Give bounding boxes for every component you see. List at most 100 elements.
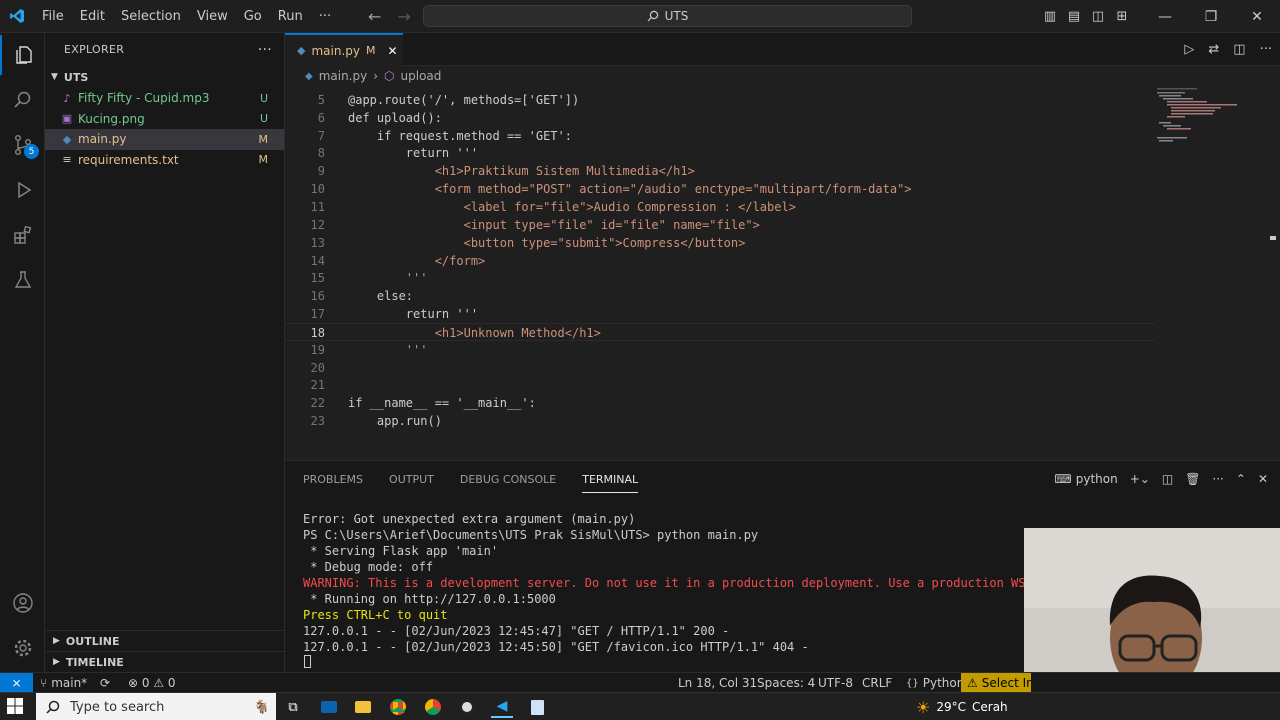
split-editor-icon[interactable]: ◫	[1233, 42, 1245, 57]
problems-count: ⊗ 0 ⚠ 0	[128, 676, 176, 690]
line-number: 15	[310, 271, 325, 286]
panel-tab[interactable]: PROBLEMS	[303, 473, 363, 486]
language-mode[interactable]: {} Python	[906, 673, 964, 693]
run-python-file-icon[interactable]: ▷	[1184, 42, 1194, 57]
taskbar-search[interactable]: Type to search 🐐	[36, 693, 276, 720]
minimize-button[interactable]: —	[1142, 9, 1188, 25]
cursor-position[interactable]: Ln 18, Col 31	[678, 673, 757, 693]
notepad-icon[interactable]	[526, 696, 548, 718]
breadcrumb-symbol[interactable]: upload	[401, 69, 442, 83]
line-number: 7	[317, 128, 325, 143]
go-forward-arrow-icon[interactable]: →	[397, 7, 410, 26]
more-actions-icon[interactable]: ···	[1212, 472, 1223, 486]
vscode-taskbar-icon[interactable]: ◀	[491, 696, 513, 718]
panel-tab[interactable]: OUTPUT	[389, 473, 434, 486]
menu-item[interactable]: Go	[236, 0, 270, 33]
compare-changes-icon[interactable]: ⇄	[1208, 42, 1219, 57]
source-control-badge: 5	[24, 144, 39, 159]
tab-main-py[interactable]: ◆ main.py M ✕	[285, 33, 403, 66]
restore-button[interactable]: ❐	[1188, 9, 1234, 25]
testing-flask-icon[interactable]	[0, 260, 45, 300]
code-text: <label for="file">Audio Compression : </…	[348, 199, 796, 214]
close-window-button[interactable]: ✕	[1234, 9, 1280, 25]
minimap[interactable]	[1155, 86, 1265, 460]
kill-terminal-icon[interactable]: 🗑	[1185, 472, 1200, 486]
menu-item[interactable]: ···	[311, 0, 339, 33]
panel-tabs: PROBLEMS OUTPUT DEBUG CONSOLE TERMINAL	[303, 461, 639, 497]
encoding-label: UTF-8	[818, 676, 853, 690]
close-tab-icon[interactable]: ✕	[387, 44, 397, 58]
accounts-icon[interactable]	[0, 583, 45, 623]
code-text: if __name__ == '__main__':	[348, 396, 536, 411]
file-tree-item[interactable]: ◆ main.py M	[45, 129, 284, 150]
mail-app-icon[interactable]	[318, 696, 340, 718]
git-status: U	[259, 91, 268, 105]
file-tree-item[interactable]: ▣ Kucing.png U	[45, 109, 284, 130]
menu-item[interactable]: Run	[270, 0, 311, 33]
encoding[interactable]: UTF-8	[818, 673, 853, 693]
chrome-profile-icon[interactable]	[422, 696, 444, 718]
more-actions-icon[interactable]: ···	[1260, 42, 1272, 57]
remote-window-icon[interactable]: ⨯	[0, 673, 33, 693]
toggle-primary-sidebar-icon[interactable]: ▥	[1038, 9, 1062, 24]
split-terminal-icon[interactable]: ◫	[1162, 472, 1173, 486]
timeline-label: TIMELINE	[65, 655, 124, 669]
explorer-icon[interactable]	[0, 35, 45, 75]
maximize-panel-icon[interactable]: ⌃	[1236, 472, 1246, 486]
close-panel-icon[interactable]: ✕	[1258, 472, 1268, 486]
obs-icon[interactable]	[456, 696, 478, 718]
terminal-output[interactable]: Error: Got unexpected extra argument (ma…	[303, 511, 1090, 655]
windows-start-icon[interactable]	[6, 697, 28, 717]
timeline-section[interactable]: ▶ TIMELINE	[45, 651, 285, 672]
file-tree-item[interactable]: ≡ requirements.txt M	[45, 150, 284, 171]
command-center-search[interactable]: UTS	[423, 5, 912, 27]
code-line: 18 <h1>Unknown Method</h1>	[285, 322, 1155, 341]
run-and-debug-icon[interactable]	[0, 170, 45, 210]
git-status: M	[258, 132, 269, 146]
code-editor[interactable]: 45@app.route('/', methods=['GET'])6def u…	[285, 86, 1280, 460]
panel-tab[interactable]: TERMINAL	[582, 466, 639, 493]
chrome-icon[interactable]	[387, 696, 409, 718]
select-interpreter[interactable]: ⚠ Select In	[961, 673, 1031, 693]
file-tree-item[interactable]: ♪ Fifty Fifty - Cupid.mp3 U	[45, 88, 284, 109]
terminal-line: Press CTRL+C to quit	[303, 608, 448, 622]
go-back-arrow-icon[interactable]: ←	[368, 7, 381, 26]
breadcrumb-file[interactable]: main.py	[319, 69, 368, 83]
code-line: 16 else:	[285, 287, 1155, 305]
code-line: 15 '''	[285, 269, 1155, 287]
line-endings[interactable]: CRLF	[862, 673, 892, 693]
workspace-folder[interactable]: ▼ UTS	[45, 66, 284, 88]
code-text: if request.method == 'GET':	[348, 128, 572, 143]
problems-status[interactable]: ⊗ 0 ⚠ 0	[128, 673, 176, 693]
code-text: return '''	[348, 307, 479, 322]
menu-item[interactable]: Selection	[113, 0, 189, 33]
toggle-secondary-sidebar-icon[interactable]: ◫	[1086, 9, 1110, 24]
code-line: 22 if __name__ == '__main__':	[285, 394, 1155, 412]
source-control-icon[interactable]: 5	[0, 125, 45, 165]
toggle-panel-icon[interactable]: ▤	[1062, 9, 1086, 24]
text-file-icon: ≡	[62, 153, 72, 167]
customize-layout-icon[interactable]: ⊞	[1110, 9, 1134, 24]
terminal-line: WARNING: This is a development server. D…	[303, 576, 1091, 590]
extensions-icon[interactable]	[0, 215, 45, 255]
outline-section[interactable]: ▶ OUTLINE	[45, 630, 285, 651]
branch-status[interactable]: ⑂ main*	[40, 673, 87, 693]
file-explorer-icon[interactable]	[352, 696, 374, 718]
indentation-label: Spaces: 4	[757, 676, 816, 690]
menu-item[interactable]: View	[189, 0, 236, 33]
new-terminal-icon[interactable]: +⌄	[1130, 472, 1150, 486]
terminal-shell-label[interactable]: python	[1076, 472, 1118, 486]
menu-item[interactable]: Edit	[72, 0, 113, 33]
line-number: 8	[317, 146, 325, 161]
menu-item[interactable]: File	[34, 0, 72, 33]
search-icon[interactable]	[0, 80, 45, 120]
settings-gear-icon[interactable]	[0, 628, 45, 668]
explorer-more-actions-icon[interactable]: ···	[258, 42, 272, 58]
task-view-icon[interactable]: ⧉	[282, 696, 304, 718]
weather-widget[interactable]: ☀ 29°C Cerah	[916, 693, 1008, 720]
terminal-line: * Debug mode: off	[303, 560, 434, 574]
panel-tab[interactable]: DEBUG CONSOLE	[460, 473, 556, 486]
sync-icon[interactable]: ⟳	[100, 673, 110, 693]
indentation[interactable]: Spaces: 4	[757, 673, 815, 693]
editor-scrollbar[interactable]	[1266, 86, 1280, 460]
